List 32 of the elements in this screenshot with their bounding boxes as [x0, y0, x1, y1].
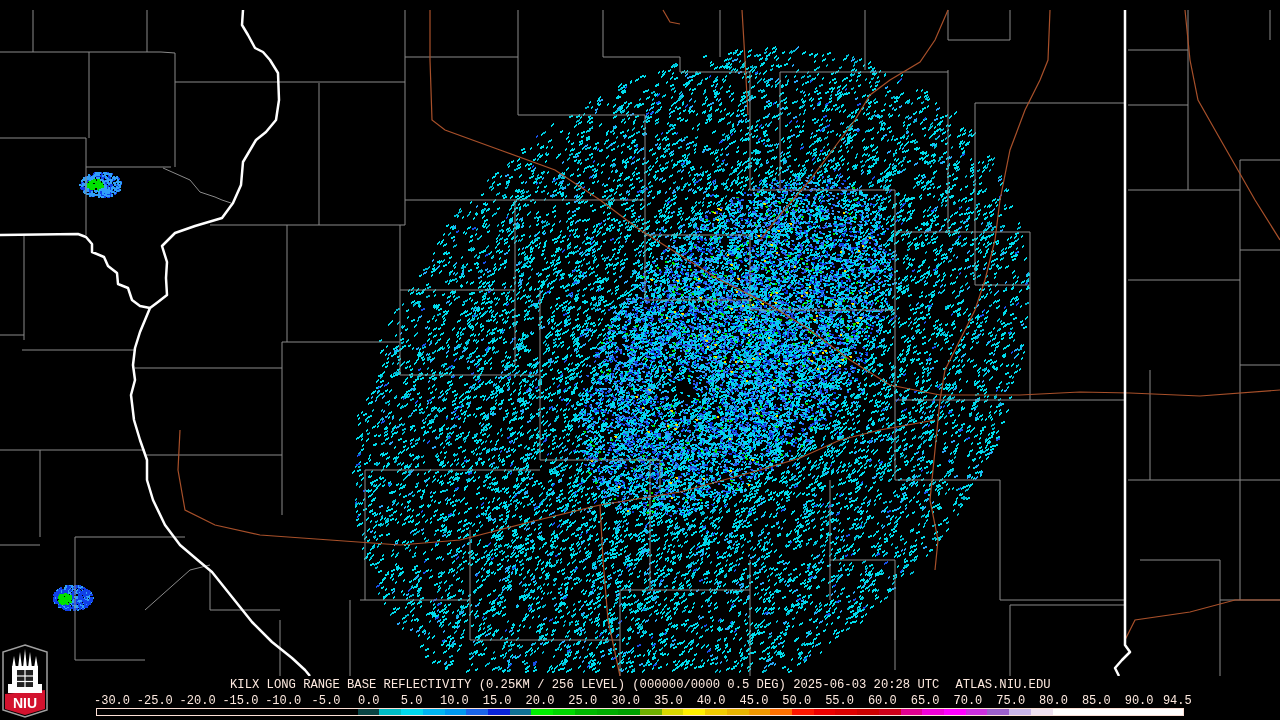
storm-echo-drawing: [53, 585, 94, 611]
scale-label: 0.0: [357, 694, 380, 708]
tower-shield-icon: [2, 644, 48, 718]
scale-label: -10.0: [265, 694, 302, 708]
scale-label: -20.0: [179, 694, 216, 708]
scale-label: 5.0: [400, 694, 423, 708]
storm-echo-drawing: [79, 172, 122, 198]
scale-label: 25.0: [568, 694, 598, 708]
scale-label: 45.0: [739, 694, 769, 708]
scale-label: -15.0: [222, 694, 259, 708]
logo-text: NIU: [12, 695, 38, 711]
scale-label: 65.0: [910, 694, 940, 708]
scale-label: 60.0: [867, 694, 897, 708]
scale-label: 40.0: [696, 694, 726, 708]
scale-label: 70.0: [953, 694, 983, 708]
scale-label: 20.0: [525, 694, 555, 708]
scale-label: 30.0: [611, 694, 640, 708]
scale-label: 10.0: [439, 694, 469, 708]
scale-label: 15.0: [482, 694, 512, 708]
scale-label: 50.0: [782, 694, 812, 708]
scale-label: -25.0: [136, 694, 173, 708]
scale-label: 85.0: [1081, 694, 1111, 708]
scale-label: 80.0: [1039, 694, 1068, 708]
website-text: ATLAS.NIU.EDU: [955, 677, 1051, 694]
scale-label: -30.0: [94, 694, 130, 708]
scale-label: 75.0: [996, 694, 1026, 708]
radar-caption-text: KILX LONG RANGE BASE REFLECTIVITY (0.25KM / 256 LEVEL) (000000/0000 0.5 DEG) 2025-06-03 20:28 UTC: [230, 677, 940, 694]
scale-label: 55.0: [825, 694, 854, 708]
scale-label: -5.0: [311, 694, 341, 708]
scale-label: 90.0: [1124, 694, 1154, 708]
scale-label: 94.5: [1162, 694, 1192, 708]
scale-label: 35.0: [653, 694, 683, 708]
